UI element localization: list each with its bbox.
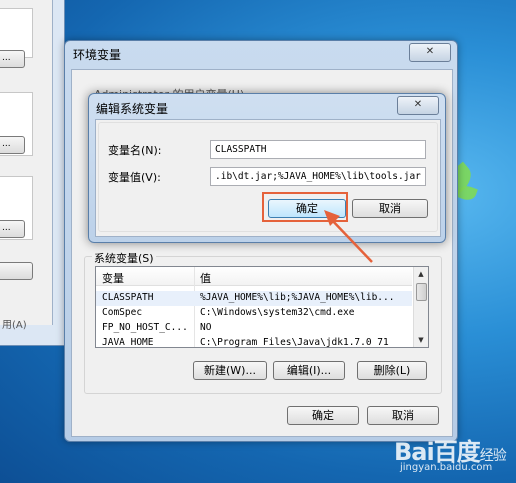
background-button[interactable]: ... [0, 50, 25, 68]
row-name: CLASSPATH [102, 292, 154, 303]
background-button[interactable]: ... [0, 220, 25, 238]
row-value: NO [200, 322, 212, 333]
list-header: 变量 值 [96, 267, 412, 286]
column-header-value[interactable]: 值 [200, 270, 211, 286]
scroll-down-icon[interactable]: ▼ [414, 333, 428, 347]
variable-name-input[interactable]: CLASSPATH [210, 140, 426, 159]
variable-value-label: 变量值(V): [108, 171, 161, 184]
background-button[interactable]: ... [0, 136, 25, 154]
annotation-arrow-icon [324, 210, 373, 263]
close-button[interactable]: ✕ [409, 43, 451, 62]
table-row[interactable]: ComSpec C:\Windows\system32\cmd.exe [96, 306, 412, 321]
edit-button[interactable]: 编辑(I)... [273, 361, 345, 380]
row-name: ComSpec [102, 307, 143, 318]
cancel-button[interactable]: 取消 [367, 406, 439, 425]
apply-button[interactable]: 用(A) [0, 316, 27, 331]
background-window: ... ... ... 用(A) [0, 0, 65, 346]
row-value: C:\Windows\system32\cmd.exe [200, 307, 355, 318]
dialog-title: 编辑系统变量 [96, 102, 169, 116]
table-row[interactable]: JAVA_HOME C:\Program Files\Java\jdk1.7.0… [96, 336, 412, 347]
ok-button[interactable]: 确定 [287, 406, 359, 425]
delete-button[interactable]: 删除(L) [357, 361, 427, 380]
background-button[interactable] [0, 262, 33, 280]
table-row[interactable]: CLASSPATH %JAVA_HOME%\lib;%JAVA_HOME%\li… [96, 291, 412, 306]
new-button[interactable]: 新建(W)... [193, 361, 267, 380]
system-variables-label: 系统变量(S) [92, 250, 156, 266]
background-window-body: ... ... ... 用(A) [0, 0, 53, 331]
column-header-variable[interactable]: 变量 [102, 270, 124, 286]
system-variables-list[interactable]: 变量 值 CLASSPATH %JAVA_HOME%\lib;%JAVA_HOM… [95, 266, 429, 348]
scroll-thumb[interactable] [416, 283, 427, 301]
close-icon: ✕ [425, 46, 435, 57]
dialog-close-button[interactable]: ✕ [397, 96, 439, 115]
baidu-watermark: Bai百度经验 jingyan.baidu.com [384, 426, 514, 482]
variable-name-label: 变量名(N): [108, 144, 162, 157]
row-value: %JAVA_HOME%\lib;%JAVA_HOME%\lib... [200, 292, 395, 303]
vertical-scrollbar[interactable]: ▲ ▼ [413, 267, 428, 347]
close-icon: ✕ [413, 99, 423, 110]
variable-value-input[interactable]: .ib\dt.jar;%JAVA_HOME%\lib\tools.jar [210, 167, 426, 186]
watermark-url: jingyan.baidu.com [400, 462, 493, 473]
table-row[interactable]: FP_NO_HOST_C... NO [96, 321, 412, 336]
row-value: C:\Program Files\Java\jdk1.7.0_71 [200, 337, 389, 347]
window-title: 环境变量 [73, 48, 122, 62]
row-name: JAVA_HOME [102, 337, 154, 347]
row-name: FP_NO_HOST_C... [102, 322, 188, 333]
scroll-up-icon[interactable]: ▲ [414, 267, 428, 281]
